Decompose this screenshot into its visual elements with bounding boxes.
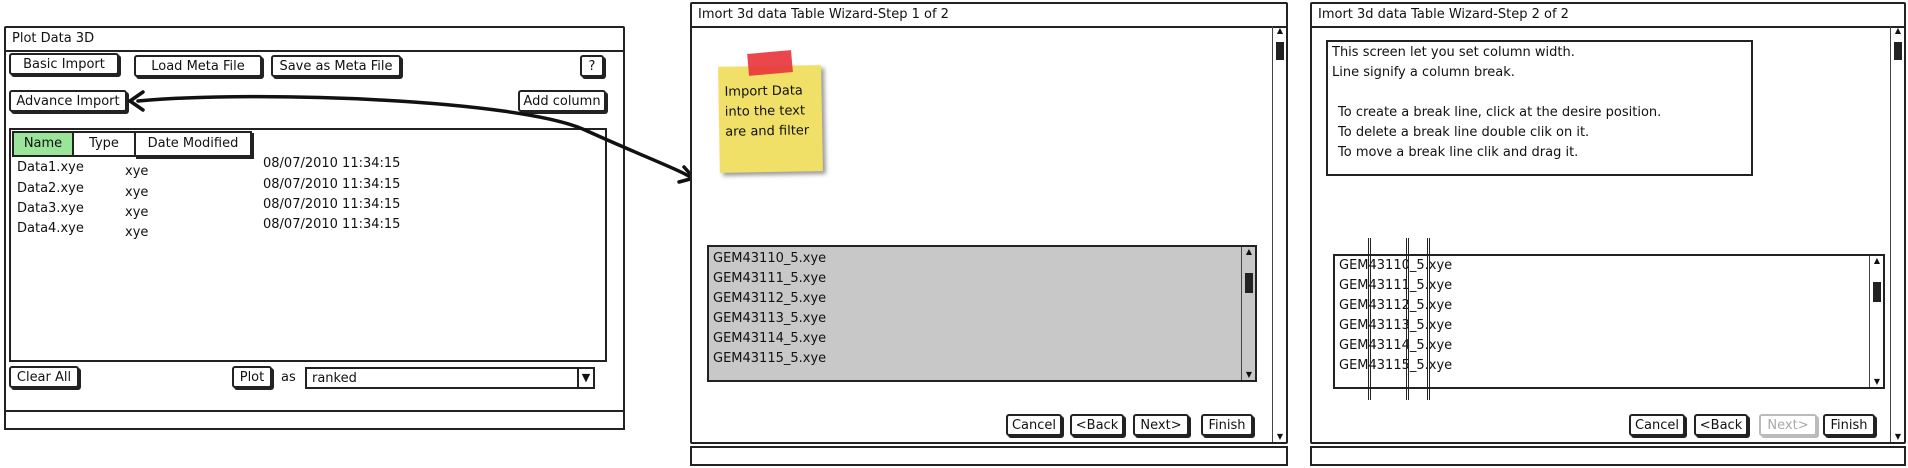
column-break-line[interactable] [1368,238,1371,400]
segment-d: xye [1428,338,1453,353]
status-bar [1310,446,1906,466]
segment-a: GEM [1339,338,1369,353]
list-item[interactable]: GEM43110_5.xye [713,249,826,269]
list-item[interactable]: GEM43114_5.xye [1339,336,1452,356]
next-button[interactable]: Next> [1133,414,1189,436]
list-item[interactable]: GEM43111_5.xye [713,269,826,289]
sticky-note: Import Data into the text are and filter [718,50,823,173]
list-item[interactable]: GEM43113_5.xye [713,309,826,329]
note-line: into the text [724,103,806,120]
list-item[interactable]: GEM43115_5.xye [713,349,826,369]
segment-c: _5. [1409,358,1429,373]
sticky-tape [747,50,793,76]
window-scrollbar[interactable]: ▲ ▼ [1890,26,1904,442]
list-item[interactable]: GEM43111_5.xye [1339,276,1452,296]
column-break-line[interactable] [1427,238,1430,400]
segment-a: GEM [1339,358,1369,373]
segment-a: GEM [1339,298,1369,313]
instruction-line: To create a break line, click at the des… [1338,105,1662,120]
instruction-line: This screen let you set column width. [1332,45,1575,60]
segment-d: xye [1428,258,1453,273]
segment-d: xye [1428,318,1453,333]
next-button[interactable]: Next> [1759,414,1817,436]
scroll-down-icon[interactable]: ▼ [1891,432,1905,442]
window-title: Imort 3d data Table Wizard-Step 2 of 2 [1312,4,1904,28]
scroll-thumb[interactable] [1894,42,1902,60]
instruction-line: Line signify a column break. [1332,65,1515,80]
list-item[interactable]: GEM43112_5.xye [713,289,826,309]
instructions-box: This screen let you set column width. Li… [1326,40,1753,176]
finish-button[interactable]: Finish [1201,414,1253,436]
segment-b: 43115 [1368,358,1410,373]
segment-d: xye [1428,298,1453,313]
instruction-line: To move a break line clik and drag it. [1338,145,1579,160]
segment-c: _5. [1409,298,1429,313]
note-line: Import Data [724,83,803,100]
segment-b: 43111 [1368,278,1410,293]
segment-c: _5. [1409,278,1429,293]
scroll-thumb[interactable] [1276,42,1284,60]
list-scrollbar[interactable]: ▲ ▼ [1869,256,1883,387]
segment-c: _5. [1409,338,1429,353]
segment-c: _5. [1409,318,1429,333]
list-item[interactable]: GEM43112_5.xye [1339,296,1452,316]
list-scrollbar[interactable]: ▲ ▼ [1241,247,1255,380]
segment-a: GEM [1339,278,1369,293]
list-item[interactable]: GEM43115_5.xye [1339,356,1452,376]
scroll-thumb[interactable] [1245,273,1253,293]
window-scrollbar[interactable]: ▲ ▼ [1272,26,1286,442]
instruction-line: To delete a break line double clik on it… [1338,125,1590,140]
scroll-down-icon[interactable]: ▼ [1242,370,1256,380]
segment-a: GEM [1339,258,1369,273]
back-button[interactable]: <Back [1070,414,1124,436]
segment-c: _5. [1409,258,1429,273]
finish-button[interactable]: Finish [1823,414,1875,436]
segment-b: 43114 [1368,338,1410,353]
status-bar [690,446,1288,466]
note-line: are and filter [725,123,810,140]
segment-d: xye [1428,278,1453,293]
list-item[interactable]: GEM43114_5.xye [713,329,826,349]
list-item[interactable]: GEM43113_5.xye [1339,316,1452,336]
segment-d: xye [1428,358,1453,373]
back-button[interactable]: <Back [1694,414,1748,436]
segment-b: 43112 [1368,298,1410,313]
scroll-up-icon[interactable]: ▲ [1273,26,1287,36]
column-break-line[interactable] [1406,238,1409,400]
segment-b: 43110 [1368,258,1410,273]
segment-b: 43113 [1368,318,1410,333]
scroll-down-icon[interactable]: ▼ [1273,432,1287,442]
cancel-button[interactable]: Cancel [1006,414,1062,436]
scroll-up-icon[interactable]: ▲ [1891,26,1905,36]
scroll-up-icon[interactable]: ▲ [1242,247,1256,257]
window-title: Imort 3d data Table Wizard-Step 1 of 2 [692,4,1286,28]
scroll-thumb[interactable] [1873,282,1881,302]
list-item[interactable]: GEM43110_5.xye [1339,256,1452,276]
file-preview-list: GEM43110_5.xye GEM43111_5.xye GEM43112_5… [707,245,1257,382]
scroll-down-icon[interactable]: ▼ [1870,377,1884,387]
scroll-up-icon[interactable]: ▲ [1870,256,1884,266]
column-break-list[interactable]: GEM43110_5.xye GEM43111_5.xye GEM43112_5… [1333,254,1885,389]
cancel-button[interactable]: Cancel [1629,414,1685,436]
segment-a: GEM [1339,318,1369,333]
